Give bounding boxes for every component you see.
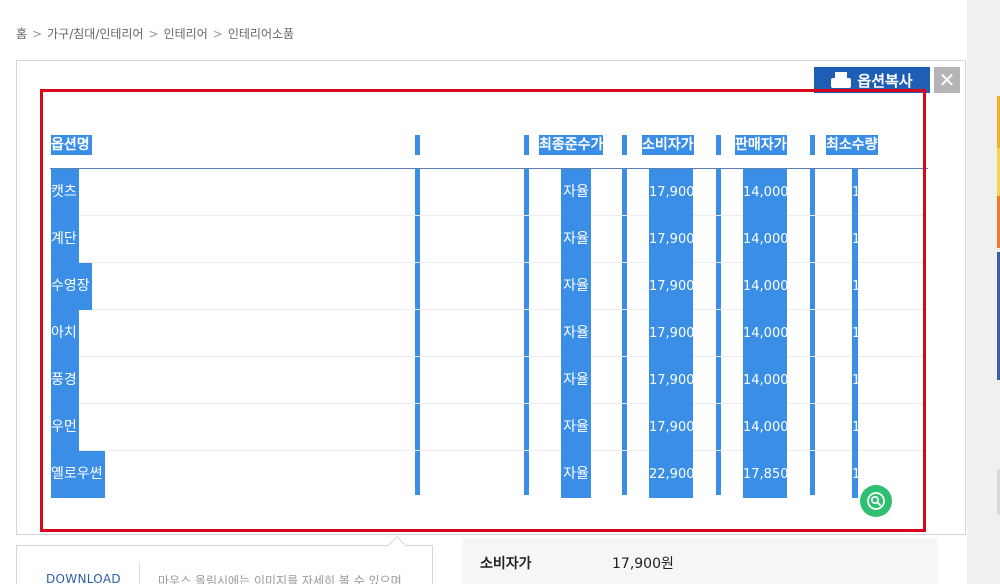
min-price-cell: 자율 bbox=[561, 216, 591, 263]
option-name: 계단 bbox=[51, 216, 79, 263]
option-panel bbox=[16, 60, 966, 535]
close-icon: ✕ bbox=[938, 68, 956, 92]
consumer-price-cell: 22,900 bbox=[649, 451, 695, 498]
option-name: 옐로우썬 bbox=[51, 451, 105, 498]
row-divider bbox=[50, 450, 924, 451]
zoom-button[interactable] bbox=[860, 485, 892, 517]
breadcrumb-subcategory[interactable]: 인테리어 bbox=[164, 27, 208, 41]
sale-price-cell: 14,000 bbox=[743, 169, 789, 216]
sale-price-cell: 14,000 bbox=[743, 263, 789, 310]
consumer-price-label: 소비자가 bbox=[480, 556, 532, 572]
sale-price-cell: 14,000 bbox=[743, 404, 789, 451]
copy-options-label: 옵션복사 bbox=[857, 71, 913, 90]
header-divider bbox=[50, 168, 928, 169]
min-qty-cell: 1 bbox=[852, 357, 858, 404]
sale-price-cell: 14,000 bbox=[743, 310, 789, 357]
price-summary bbox=[462, 538, 938, 584]
min-price-cell: 자율 bbox=[561, 310, 591, 357]
sale-price-cell: 17,850 bbox=[743, 451, 789, 498]
min-qty-cell: 1 bbox=[852, 216, 858, 263]
breadcrumb-home[interactable]: 홈 bbox=[16, 27, 27, 41]
min-qty-cell: 1 bbox=[852, 404, 858, 451]
header-min-price: 최종준수가 bbox=[539, 135, 604, 155]
option-name: 수영장 bbox=[51, 263, 92, 310]
min-price-cell: 자율 bbox=[561, 451, 591, 498]
min-price-cell: 자율 bbox=[561, 263, 591, 310]
min-price-cell: 자율 bbox=[561, 357, 591, 404]
close-button[interactable]: ✕ bbox=[934, 67, 960, 93]
column-separator bbox=[524, 135, 529, 155]
header-min-qty: 최소수량 bbox=[826, 135, 878, 155]
breadcrumb-separator: > bbox=[148, 27, 159, 41]
header-sale-price: 판매자가 bbox=[735, 135, 787, 155]
download-link[interactable]: DOWNLOAD bbox=[46, 572, 121, 584]
row-divider bbox=[50, 215, 924, 216]
breadcrumb: 홈 > 가구/침대/인테리어 > 인테리어 > 인테리어소품 bbox=[16, 25, 294, 42]
option-name: 풍경 bbox=[51, 357, 79, 404]
row-divider bbox=[50, 356, 924, 357]
column-separator bbox=[524, 169, 529, 495]
option-name: 아치 bbox=[51, 310, 79, 357]
min-qty-cell: 1 bbox=[852, 169, 858, 216]
consumer-price-cell: 17,900 bbox=[649, 263, 695, 310]
option-name: 우먼 bbox=[51, 404, 79, 451]
consumer-price-cell: 17,900 bbox=[649, 404, 695, 451]
consumer-price-value: 17,900원 bbox=[612, 556, 674, 572]
breadcrumb-category[interactable]: 가구/침대/인테리어 bbox=[47, 27, 143, 41]
header-option-name: 옵션명 bbox=[51, 135, 92, 155]
sale-price-cell: 14,000 bbox=[743, 357, 789, 404]
column-separator bbox=[622, 169, 627, 495]
right-gutter bbox=[967, 0, 1000, 584]
breadcrumb-separator: > bbox=[32, 27, 43, 41]
option-name: 캣츠 bbox=[51, 169, 79, 216]
vertical-separator bbox=[139, 562, 140, 584]
column-separator bbox=[716, 169, 721, 495]
row-divider bbox=[50, 262, 924, 263]
column-separator bbox=[810, 135, 815, 155]
consumer-price-cell: 17,900 bbox=[649, 216, 695, 263]
consumer-price-cell: 17,900 bbox=[649, 169, 695, 216]
copy-options-button[interactable]: 옵션복사 bbox=[814, 67, 930, 93]
breadcrumb-separator: > bbox=[212, 27, 223, 41]
min-qty-cell: 1 bbox=[852, 451, 858, 498]
consumer-price-cell: 17,900 bbox=[649, 357, 695, 404]
min-qty-cell: 1 bbox=[852, 263, 858, 310]
row-divider bbox=[50, 403, 924, 404]
zoom-icon bbox=[867, 492, 885, 510]
row-divider bbox=[50, 309, 924, 310]
column-separator bbox=[622, 135, 627, 155]
min-qty-cell: 1 bbox=[852, 310, 858, 357]
sale-price-cell: 14,000 bbox=[743, 216, 789, 263]
column-separator bbox=[810, 169, 815, 495]
breadcrumb-current[interactable]: 인테리어소품 bbox=[228, 27, 294, 41]
consumer-price-cell: 17,900 bbox=[649, 310, 695, 357]
column-separator bbox=[415, 169, 420, 495]
printer-icon bbox=[831, 72, 852, 88]
header-consumer-price: 소비자가 bbox=[642, 135, 694, 155]
min-price-cell: 자율 bbox=[561, 404, 591, 451]
column-separator bbox=[716, 135, 721, 155]
column-separator bbox=[415, 135, 420, 155]
zoom-hint: 마우스 올림시에는 이미지를 자세히 볼 수 있으며 bbox=[158, 574, 402, 584]
min-price-cell: 자율 bbox=[561, 169, 591, 216]
